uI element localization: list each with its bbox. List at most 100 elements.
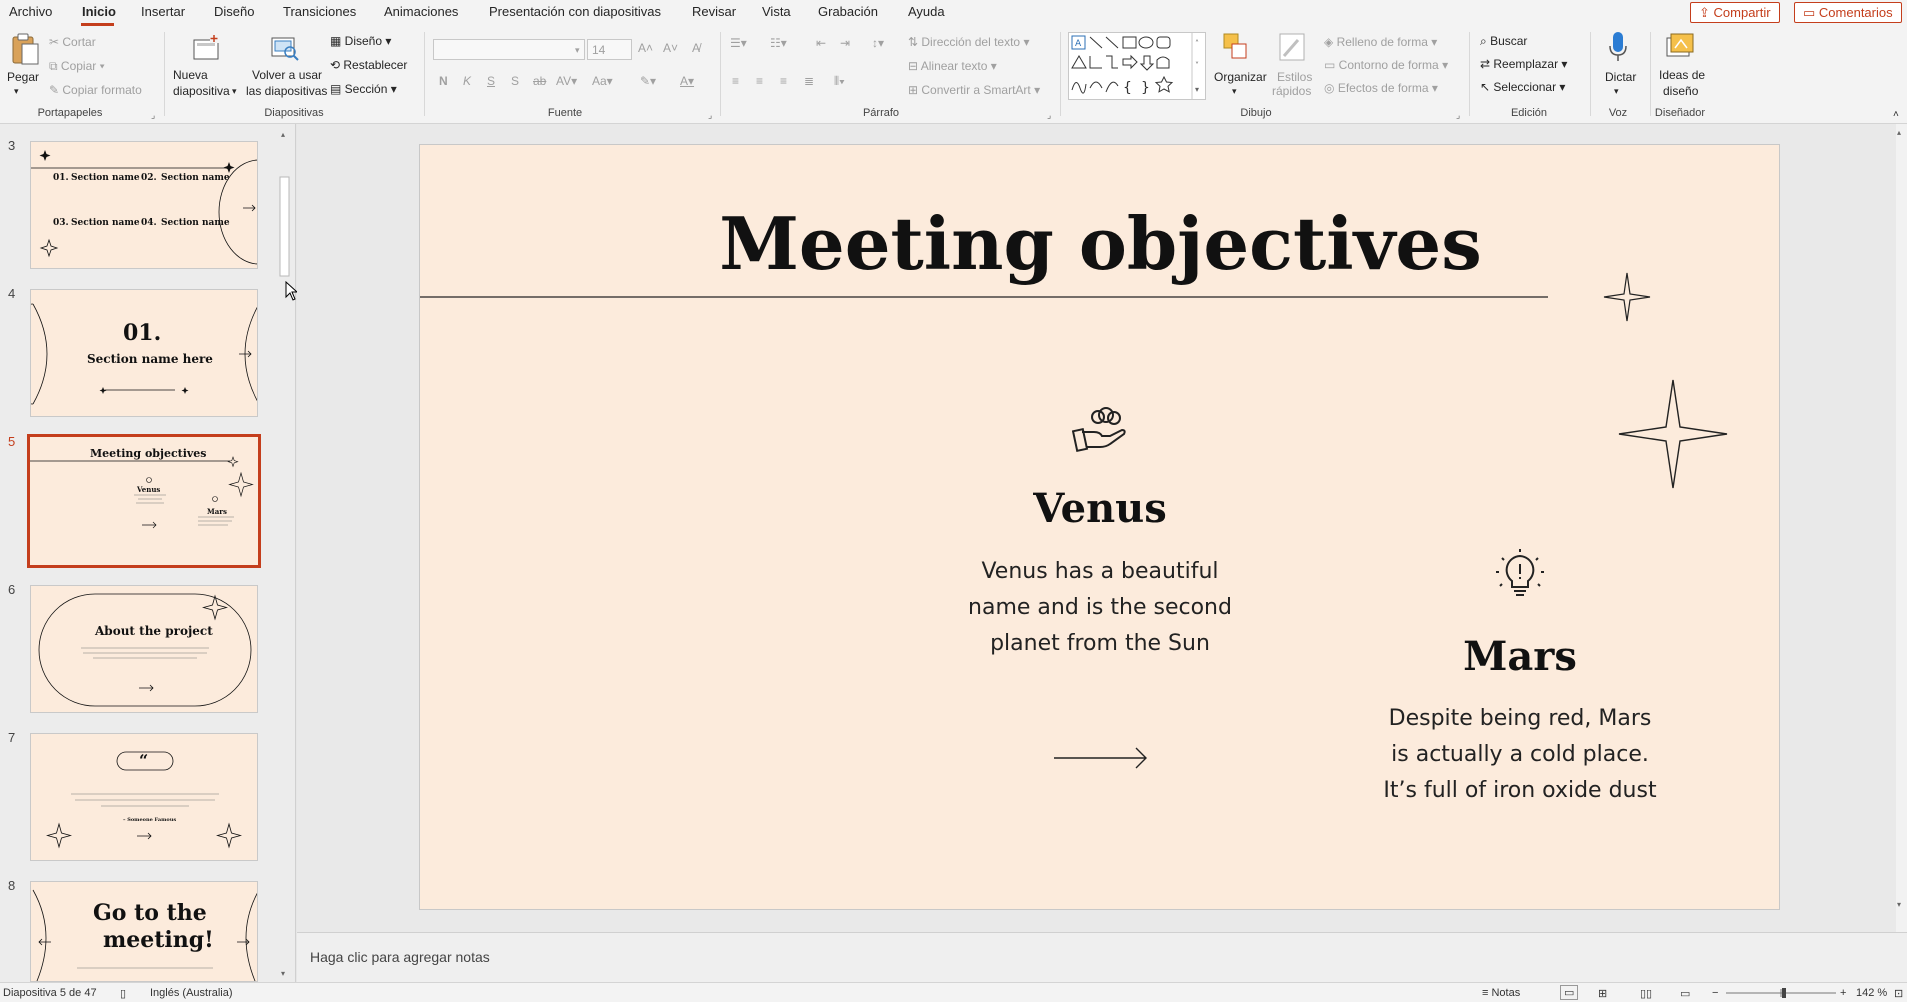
quick-styles-icon[interactable] [1278, 32, 1308, 64]
font-size-combo[interactable]: 14 [587, 39, 632, 60]
slideshow-icon[interactable]: ▭ [1680, 987, 1690, 1000]
design-ideas-label-1[interactable]: Ideas de [1659, 68, 1705, 82]
tab-animaciones[interactable]: Animaciones [384, 4, 458, 19]
change-case-icon[interactable]: Aa▾ [592, 74, 613, 88]
dictate-label[interactable]: Dictar [1605, 70, 1636, 84]
font-launcher-icon[interactable]: ⌟ [708, 110, 712, 121]
new-slide-icon[interactable] [192, 34, 222, 62]
reuse-slides-label-1[interactable]: Volver a usar [252, 68, 322, 82]
reuse-slides-icon[interactable] [270, 34, 300, 62]
justify-icon[interactable]: ≣ [804, 74, 814, 88]
zoom-in-icon[interactable]: + [1840, 987, 1846, 999]
normal-view-icon[interactable]: ▭ [1560, 985, 1579, 1000]
paste-icon[interactable] [10, 32, 40, 66]
notes-placeholder[interactable]: Haga clic para agregar notas [310, 949, 490, 965]
quick-styles-label-1[interactable]: Estilos [1277, 70, 1312, 84]
scroll-down-icon[interactable]: ▾ [1897, 900, 1901, 909]
text-direction-button[interactable]: ⇅ Dirección del texto ▾ [908, 35, 1029, 49]
font-name-combo[interactable] [433, 39, 585, 60]
smartart-button[interactable]: ⊞ Convertir a SmartArt ▾ [908, 83, 1040, 97]
shape-outline-button[interactable]: ▭ Contorno de forma ▾ [1324, 58, 1448, 72]
dictate-dropdown-icon[interactable]: ▾ [1614, 84, 1619, 98]
collapse-ribbon-icon[interactable]: ˄ [1893, 108, 1899, 122]
bold-icon[interactable]: N [439, 74, 448, 88]
clear-format-icon[interactable]: A̸ [692, 41, 700, 55]
venus-text-line-3[interactable]: planet from the Sun [850, 626, 1350, 662]
clipboard-launcher-icon[interactable]: ⌟ [151, 110, 155, 121]
share-button[interactable]: ⇪ Compartir [1690, 2, 1780, 23]
tab-presentacion[interactable]: Presentación con diapositivas [489, 4, 661, 19]
select-button[interactable]: ↖ Seleccionar ▾ [1480, 80, 1565, 94]
tab-grabacion[interactable]: Grabación [818, 4, 878, 19]
notes-button[interactable]: ≡ Notas [1482, 987, 1520, 999]
slide-sorter-icon[interactable]: ⊞ [1598, 987, 1607, 1000]
zoom-slider[interactable] [1726, 987, 1836, 999]
slide-title[interactable]: Meeting objectives [420, 201, 1781, 286]
reuse-slides-label-2[interactable]: las diapositivas [246, 84, 327, 98]
underline-icon[interactable]: S [487, 74, 495, 88]
venus-text-line-2[interactable]: name and is the second [850, 590, 1350, 626]
reading-view-icon[interactable]: ▯▯ [1640, 987, 1652, 1000]
shapes-gallery[interactable]: A { } ˄ ˅ ▾ [1068, 32, 1206, 100]
bullets-icon[interactable]: ☰▾ [730, 36, 747, 50]
scroll-up-icon[interactable]: ▴ [1897, 128, 1901, 137]
cut-button[interactable]: ✂ Cortar [49, 35, 96, 49]
slide-thumbnail-4[interactable]: 01. Section name here [30, 289, 258, 417]
align-center-icon[interactable]: ≡ [756, 74, 763, 88]
numbering-icon[interactable]: ☷▾ [770, 36, 787, 50]
slide-thumbnail-5[interactable]: Meeting objectives Venus Mars [27, 434, 261, 568]
new-slide-label-1[interactable]: Nueva [173, 68, 208, 82]
replace-button[interactable]: ⇄ Reemplazar ▾ [1480, 57, 1567, 71]
increase-indent-icon[interactable]: ⇥ [840, 36, 850, 50]
highlight-icon[interactable]: ✎▾ [640, 74, 656, 88]
font-name-dropdown-icon[interactable]: ▾ [575, 43, 580, 57]
tab-archivo[interactable]: Archivo [9, 4, 52, 19]
slide-canvas[interactable]: Meeting objectives Venus Venus has a bea… [419, 144, 1780, 910]
fit-slide-icon[interactable]: ⊡ [1894, 987, 1903, 1000]
tab-ayuda[interactable]: Ayuda [908, 4, 945, 19]
slide-thumbnail-7[interactable]: “ – Someone Famous [30, 733, 258, 861]
reset-button[interactable]: ⟲ Restablecer [330, 58, 407, 72]
language-indicator[interactable]: Inglés (Australia) [150, 987, 233, 999]
shrink-font-icon[interactable]: A˅ [663, 41, 678, 55]
design-ideas-icon[interactable] [1665, 32, 1695, 64]
new-slide-label-2[interactable]: diapositiva [173, 84, 230, 98]
venus-title[interactable]: Venus [900, 485, 1300, 532]
tab-inicio[interactable]: Inicio [82, 4, 116, 19]
microphone-icon[interactable] [1608, 30, 1628, 64]
drawing-launcher-icon[interactable]: ⌟ [1456, 110, 1460, 121]
decrease-indent-icon[interactable]: ⇤ [816, 36, 826, 50]
paragraph-launcher-icon[interactable]: ⌟ [1047, 110, 1051, 121]
copy-button[interactable]: ⧉ Copiar ▾ [49, 59, 105, 73]
tab-revisar[interactable]: Revisar [692, 4, 736, 19]
italic-icon[interactable]: K [463, 74, 471, 88]
shape-fill-button[interactable]: ◈ Relleno de forma ▾ [1324, 35, 1437, 49]
align-left-icon[interactable]: ≡ [732, 74, 739, 88]
quick-styles-label-2[interactable]: rápidos [1272, 84, 1311, 98]
font-color-icon[interactable]: A▾ [680, 74, 694, 88]
mars-text-line-1[interactable]: Despite being red, Mars [1270, 701, 1770, 737]
find-button[interactable]: ⌕ Buscar [1480, 34, 1527, 48]
paste-label[interactable]: Pegar [7, 70, 39, 84]
mars-title[interactable]: Mars [1320, 633, 1720, 680]
char-spacing-icon[interactable]: AV▾ [556, 74, 577, 88]
zoom-level[interactable]: 142 % [1856, 987, 1887, 999]
strikethrough-icon[interactable]: ab [533, 74, 546, 88]
section-button[interactable]: ▤ Sección ▾ [330, 82, 397, 96]
tab-transiciones[interactable]: Transiciones [283, 4, 356, 19]
shadow-icon[interactable]: S [511, 74, 519, 88]
zoom-out-icon[interactable]: − [1712, 987, 1718, 999]
tab-diseno[interactable]: Diseño [214, 4, 254, 19]
line-spacing-icon[interactable]: ↕▾ [872, 36, 884, 50]
venus-text-line-1[interactable]: Venus has a beautiful [850, 554, 1350, 590]
thumbnails-scrollbar[interactable]: ▴ ▾ [278, 128, 291, 978]
new-slide-dropdown-icon[interactable]: ▾ [232, 84, 237, 98]
notes-pane[interactable]: Haga clic para agregar notas [297, 932, 1907, 982]
spellcheck-icon[interactable]: ▯ [120, 987, 126, 1000]
arrange-label[interactable]: Organizar [1214, 70, 1267, 84]
mars-text-line-2[interactable]: is actually a cold place. [1270, 737, 1770, 773]
grow-font-icon[interactable]: A˄ [638, 41, 653, 55]
arrange-dropdown-icon[interactable]: ▾ [1232, 84, 1237, 98]
shape-effects-button[interactable]: ◎ Efectos de forma ▾ [1324, 81, 1438, 95]
layout-button[interactable]: ▦ Diseño ▾ [330, 34, 391, 48]
